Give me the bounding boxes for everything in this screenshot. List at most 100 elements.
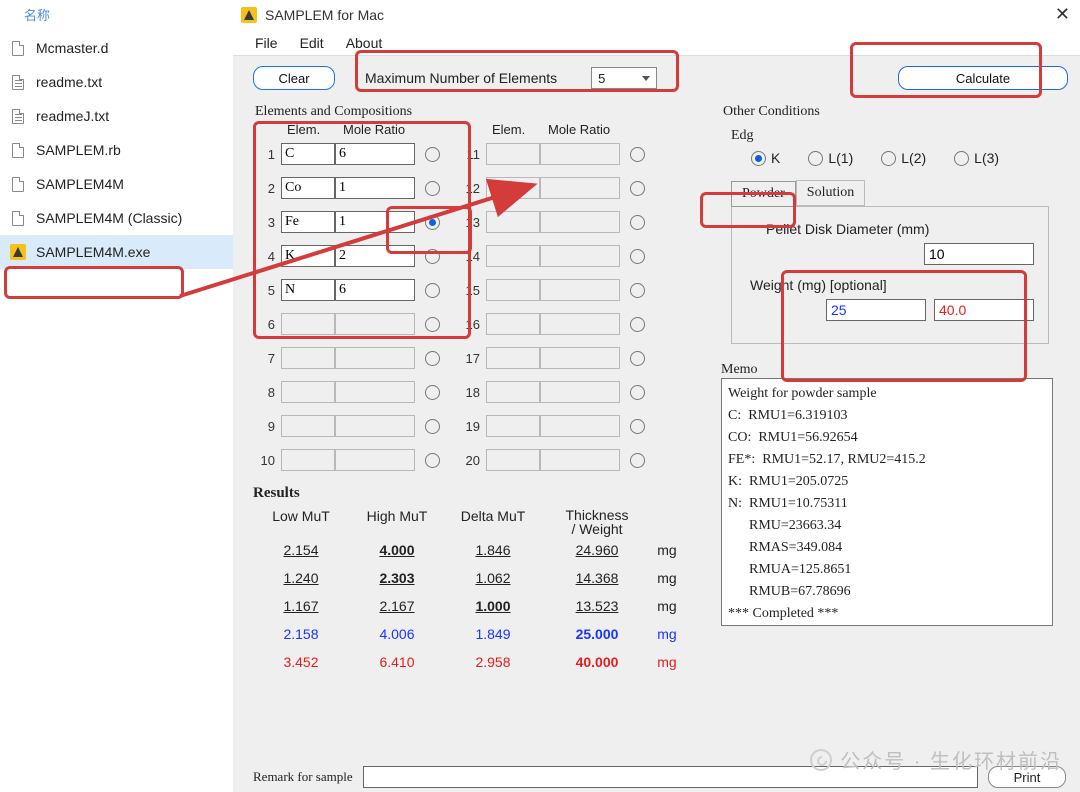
element-row: 11	[458, 137, 645, 171]
powder-tab-body: Pellet Disk Diameter (mm) Weight (mg) [o…	[731, 206, 1049, 344]
mole-ratio-input[interactable]	[540, 211, 620, 233]
element-input[interactable]	[486, 381, 540, 403]
mole-ratio-input[interactable]	[335, 245, 415, 267]
mole-ratio-input[interactable]	[540, 313, 620, 335]
element-input[interactable]	[486, 347, 540, 369]
element-row: 9	[253, 409, 440, 443]
edge-option[interactable]: K	[741, 150, 780, 166]
element-row: 14	[458, 239, 645, 273]
element-row: 20	[458, 443, 645, 477]
mole-ratio-input[interactable]	[335, 381, 415, 403]
row-number: 13	[458, 215, 486, 230]
mole-ratio-input[interactable]	[540, 245, 620, 267]
mole-ratio-input[interactable]	[540, 347, 620, 369]
edge-option[interactable]: L(2)	[871, 150, 926, 166]
element-input[interactable]	[486, 211, 540, 233]
memo-box[interactable]: Weight for powder sample C: RMU1=6.31910…	[721, 378, 1053, 626]
element-input[interactable]	[281, 211, 335, 233]
element-input[interactable]	[281, 143, 335, 165]
menu-edit[interactable]: Edit	[300, 35, 324, 51]
mole-ratio-input[interactable]	[540, 177, 620, 199]
mole-ratio-input[interactable]	[335, 347, 415, 369]
mole-ratio-input[interactable]	[335, 313, 415, 335]
file-item[interactable]: SAMPLEM.rb	[0, 133, 233, 167]
file-item[interactable]: readmeJ.txt	[0, 99, 233, 133]
pellet-diameter-input[interactable]	[924, 243, 1034, 265]
element-radio[interactable]	[630, 385, 645, 400]
file-item[interactable]: SAMPLEM4M (Classic)	[0, 201, 233, 235]
element-radio[interactable]	[630, 181, 645, 196]
element-radio[interactable]	[425, 147, 440, 162]
element-input[interactable]	[281, 347, 335, 369]
mole-ratio-input[interactable]	[540, 381, 620, 403]
element-radio[interactable]	[630, 419, 645, 434]
mole-ratio-input[interactable]	[335, 211, 415, 233]
element-radio[interactable]	[425, 181, 440, 196]
app-icon	[241, 7, 257, 23]
close-icon[interactable]: ✕	[1055, 4, 1070, 25]
row-number: 15	[458, 283, 486, 298]
element-input[interactable]	[281, 381, 335, 403]
max-elements-select[interactable]: 5	[591, 67, 657, 89]
element-input[interactable]	[486, 313, 540, 335]
menu-about[interactable]: About	[346, 35, 383, 51]
mole-ratio-input[interactable]	[335, 279, 415, 301]
mole-ratio-input[interactable]	[540, 449, 620, 471]
calculate-button[interactable]: Calculate	[898, 66, 1068, 90]
element-radio[interactable]	[630, 317, 645, 332]
element-input[interactable]	[281, 313, 335, 335]
row-number: 8	[253, 385, 281, 400]
mole-ratio-input[interactable]	[335, 415, 415, 437]
element-radio[interactable]	[425, 419, 440, 434]
element-input[interactable]	[281, 279, 335, 301]
mole-ratio-input[interactable]	[540, 279, 620, 301]
mole-ratio-input[interactable]	[335, 177, 415, 199]
tab-solution[interactable]: Solution	[796, 180, 865, 206]
element-input[interactable]	[281, 245, 335, 267]
edge-option[interactable]: L(3)	[944, 150, 999, 166]
element-radio[interactable]	[425, 215, 440, 230]
weight-input-1[interactable]	[826, 299, 926, 321]
tab-powder[interactable]: Powder	[731, 181, 796, 207]
element-row: 4	[253, 239, 440, 273]
element-radio[interactable]	[630, 249, 645, 264]
row-number: 3	[253, 215, 281, 230]
mole-ratio-input[interactable]	[540, 415, 620, 437]
mole-ratio-input[interactable]	[335, 143, 415, 165]
element-input[interactable]	[281, 415, 335, 437]
element-radio[interactable]	[630, 215, 645, 230]
file-list-header: 名称	[0, 2, 233, 31]
row-number: 9	[253, 419, 281, 434]
element-input[interactable]	[486, 279, 540, 301]
weight-input-2[interactable]	[934, 299, 1034, 321]
file-item[interactable]: SAMPLEM4M	[0, 167, 233, 201]
edge-option[interactable]: L(1)	[798, 150, 853, 166]
file-name: Mcmaster.d	[36, 40, 108, 56]
file-icon	[10, 38, 26, 58]
file-item[interactable]: SAMPLEM4M.exe	[0, 235, 233, 269]
clear-button[interactable]: Clear	[253, 66, 335, 90]
element-input[interactable]	[281, 177, 335, 199]
element-radio[interactable]	[630, 351, 645, 366]
element-radio[interactable]	[425, 249, 440, 264]
menu-file[interactable]: File	[255, 35, 278, 51]
element-input[interactable]	[486, 415, 540, 437]
element-radio[interactable]	[425, 283, 440, 298]
element-radio[interactable]	[425, 453, 440, 468]
element-row: 5	[253, 273, 440, 307]
element-radio[interactable]	[630, 283, 645, 298]
mole-ratio-input[interactable]	[335, 449, 415, 471]
file-item[interactable]: readme.txt	[0, 65, 233, 99]
element-input[interactable]	[281, 449, 335, 471]
element-input[interactable]	[486, 245, 540, 267]
element-radio[interactable]	[425, 351, 440, 366]
file-item[interactable]: Mcmaster.d	[0, 31, 233, 65]
element-radio[interactable]	[630, 453, 645, 468]
element-radio[interactable]	[425, 385, 440, 400]
element-radio[interactable]	[630, 147, 645, 162]
element-radio[interactable]	[425, 317, 440, 332]
element-input[interactable]	[486, 177, 540, 199]
element-input[interactable]	[486, 143, 540, 165]
element-input[interactable]	[486, 449, 540, 471]
mole-ratio-input[interactable]	[540, 143, 620, 165]
